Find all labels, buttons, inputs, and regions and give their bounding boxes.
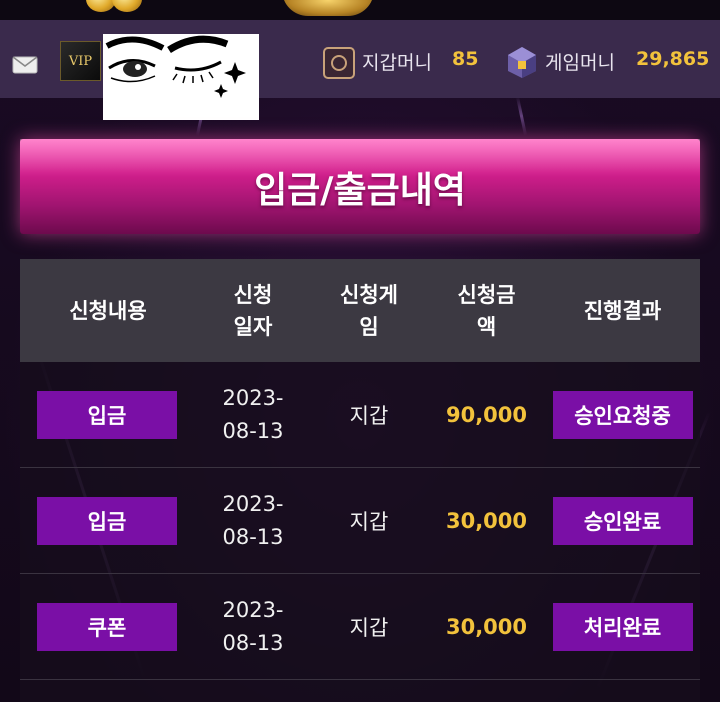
status-button[interactable]: 처리완료 xyxy=(552,602,693,651)
request-date: 2023- 08-13 xyxy=(222,491,284,549)
column-header-status: 진행결과 xyxy=(583,298,662,323)
wallet-money-label: 지갑머니 xyxy=(362,52,432,74)
mail-icon[interactable] xyxy=(12,56,38,74)
request-game: 지갑 xyxy=(349,509,389,534)
wallet-safe-icon xyxy=(323,47,355,79)
top-decoration-strip xyxy=(0,0,720,20)
table-row: 쿠폰 2023- 08-13 지갑 30,000 처리완료 xyxy=(20,574,700,680)
request-amount: 30,000 xyxy=(445,614,528,639)
request-game: 지갑 xyxy=(349,615,389,640)
column-header-game: 신청게 임 xyxy=(340,282,398,339)
transaction-table: 신청내용 신청 일자 신청게 임 신청금 액 진행결과 입금 2023- 08-… xyxy=(20,259,700,702)
column-header-amount: 신청금 액 xyxy=(457,282,516,339)
table-row: 입금 2023- 08-13 지갑 90,000 승인요청중 xyxy=(20,362,700,468)
game-money-chest-icon xyxy=(504,43,540,79)
column-header-date: 신청 일자 xyxy=(233,282,273,339)
vip-badge: VIP xyxy=(60,41,101,81)
column-header-type: 신청내용 xyxy=(69,298,147,323)
vip-badge-label: VIP xyxy=(68,53,93,69)
request-amount: 30,000 xyxy=(445,508,528,533)
wallet-money-value: 85 xyxy=(452,48,479,70)
status-button[interactable]: 승인완료 xyxy=(552,496,693,545)
request-amount: 90,000 xyxy=(445,402,528,427)
request-date: 2023- 08-13 xyxy=(222,385,284,443)
gold-coin-icon xyxy=(112,0,142,12)
table-row-partial xyxy=(20,680,700,702)
request-date: 2023- 08-13 xyxy=(222,597,284,655)
page-title: 입금/출금내역 xyxy=(254,169,466,211)
page-title-banner: 입금/출금내역 xyxy=(20,139,700,234)
game-money-label: 게임머니 xyxy=(545,52,615,74)
account-header: VIP 지갑머니 85 게임머니 29,865 xyxy=(0,20,720,120)
table-header: 신청내용 신청 일자 신청게 임 신청금 액 진행결과 xyxy=(20,259,700,362)
request-game: 지갑 xyxy=(349,403,389,428)
avatar xyxy=(103,34,259,120)
status-button[interactable]: 승인요청중 xyxy=(552,390,693,439)
request-type-button[interactable]: 쿠폰 xyxy=(37,602,177,651)
game-money-value: 29,865 xyxy=(636,48,710,70)
request-type-button[interactable]: 입금 xyxy=(37,496,177,545)
treasure-icon xyxy=(282,0,374,16)
request-type-button[interactable]: 입금 xyxy=(37,390,177,439)
table-row: 입금 2023- 08-13 지갑 30,000 승인완료 xyxy=(20,468,700,574)
